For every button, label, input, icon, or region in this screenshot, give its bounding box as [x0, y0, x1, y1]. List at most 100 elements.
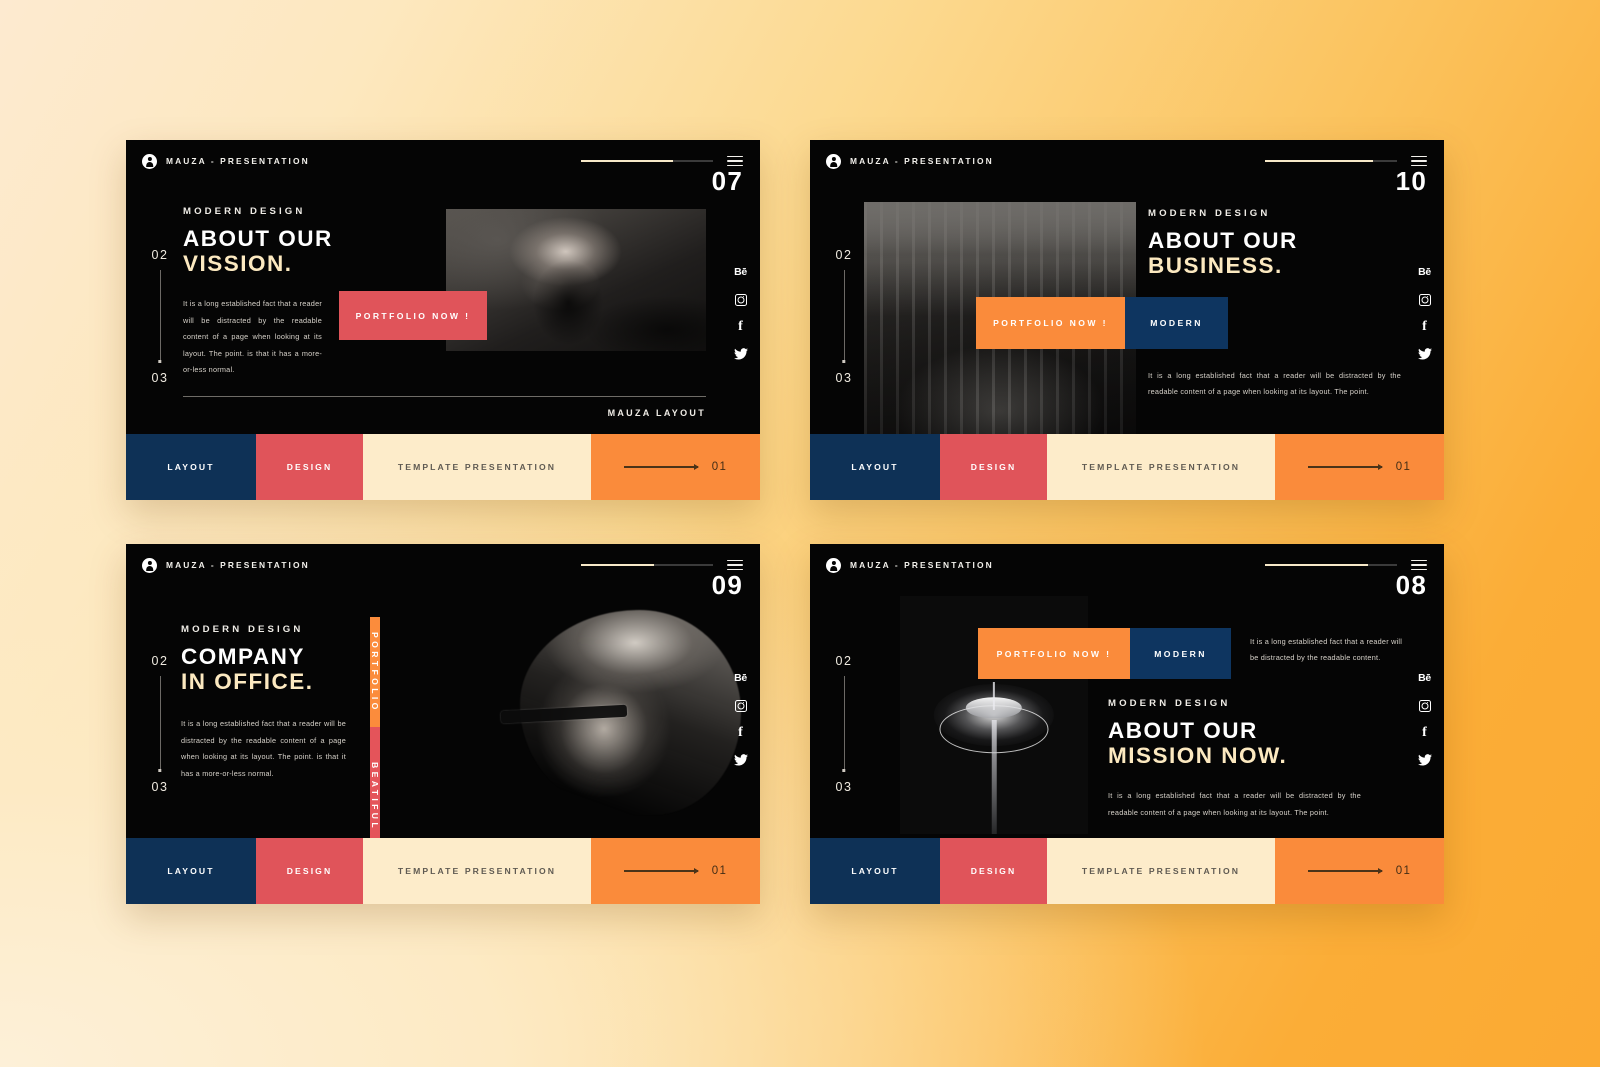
slide-07-footer: LAYOUT DESIGN TEMPLATE PRESENTATION 01 — [126, 434, 760, 500]
brand-title: MAUZA - PRESENTATION — [166, 560, 310, 570]
footer-next-control[interactable]: 01 — [591, 434, 760, 500]
progress-bar[interactable] — [1265, 563, 1397, 567]
slide-08-text-block: MODERN DESIGN ABOUT OUR MISSION NOW. It … — [1108, 698, 1388, 821]
headline-line-1: ABOUT OUR — [1108, 718, 1258, 743]
footer-layout-tab[interactable]: LAYOUT — [810, 434, 940, 500]
footer-layout-tab[interactable]: LAYOUT — [126, 434, 256, 500]
step-to: 03 — [835, 371, 853, 385]
step-rail: 02 03 — [143, 654, 177, 794]
headline: COMPANY IN OFFICE. — [181, 644, 391, 694]
brand-title: MAUZA - PRESENTATION — [166, 156, 310, 166]
user-circle-icon — [826, 153, 841, 169]
step-rail: 02 03 — [827, 654, 861, 794]
slide-10-cta-group: PORTFOLIO NOW ! MODERN — [976, 297, 1228, 349]
twitter-icon[interactable] — [733, 346, 748, 361]
body-paragraph: It is a long established fact that a rea… — [183, 299, 322, 374]
social-rail: Bē f — [1417, 265, 1432, 361]
hamburger-icon[interactable] — [727, 559, 743, 571]
footer-layout-tab[interactable]: LAYOUT — [810, 838, 940, 904]
progress-bar[interactable] — [1265, 159, 1397, 163]
footer-design-tab[interactable]: DESIGN — [256, 838, 363, 904]
hamburger-icon[interactable] — [727, 155, 743, 167]
user-circle-icon — [142, 153, 157, 169]
slide-08[interactable]: MAUZA - PRESENTATION 08 02 03 PORTFOLIO … — [810, 544, 1444, 904]
social-rail: Bē f — [1417, 671, 1432, 767]
footer-page-number: 01 — [1395, 865, 1412, 877]
facebook-icon[interactable]: f — [1417, 319, 1432, 334]
footer-design-tab[interactable]: DESIGN — [940, 434, 1047, 500]
step-connector-line — [843, 270, 845, 362]
step-from: 02 — [835, 248, 853, 262]
portfolio-now-button[interactable]: PORTFOLIO NOW ! — [976, 297, 1125, 349]
slide-09[interactable]: MAUZA - PRESENTATION 09 02 03 MODERN DES… — [126, 544, 760, 904]
layout-tag: MAUZA LAYOUT — [607, 408, 706, 418]
behance-icon[interactable]: Bē — [733, 671, 748, 686]
progress-fill — [1265, 563, 1368, 567]
user-circle-icon — [826, 557, 841, 573]
footer-next-control[interactable]: 01 — [1275, 434, 1444, 500]
facebook-icon[interactable]: f — [1417, 725, 1432, 740]
headline-line-2: IN OFFICE. — [181, 669, 314, 695]
instagram-icon[interactable] — [1417, 292, 1432, 307]
step-from: 02 — [835, 654, 853, 668]
slide-08-cta-group: PORTFOLIO NOW ! MODERN — [978, 628, 1231, 679]
presentation-mockup-canvas: MAUZA - PRESENTATION 07 02 03 MODERN DES… — [0, 0, 1600, 1067]
step-connector-line — [159, 676, 161, 771]
body-paragraph: It is a long established fact that a rea… — [1148, 371, 1401, 397]
slide-10-text-block: MODERN DESIGN ABOUT OUR BUSINESS. — [1148, 208, 1398, 278]
brand-title: MAUZA - PRESENTATION — [850, 156, 994, 166]
instagram-icon[interactable] — [733, 698, 748, 713]
headline-line-2: MISSION NOW. — [1108, 743, 1288, 769]
footer-design-tab[interactable]: DESIGN — [256, 434, 363, 500]
slide-07-header-right — [581, 155, 743, 167]
instagram-icon[interactable] — [733, 292, 748, 307]
slide-08-body: MAUZA - PRESENTATION 08 02 03 PORTFOLIO … — [810, 544, 1444, 838]
hamburger-icon[interactable] — [1411, 155, 1427, 167]
headline-line-1: COMPANY — [181, 644, 305, 669]
footer-template-label[interactable]: TEMPLATE PRESENTATION — [363, 434, 591, 500]
footer-next-control[interactable]: 01 — [591, 838, 760, 904]
behance-icon[interactable]: Bē — [733, 265, 748, 280]
twitter-icon[interactable] — [733, 752, 748, 767]
footer-template-label[interactable]: TEMPLATE PRESENTATION — [1047, 434, 1275, 500]
eyebrow-label: MODERN DESIGN — [181, 624, 304, 635]
portfolio-now-button[interactable]: PORTFOLIO NOW ! — [978, 628, 1130, 679]
instagram-icon[interactable] — [1417, 698, 1432, 713]
step-from: 02 — [151, 248, 169, 262]
facebook-icon[interactable]: f — [733, 319, 748, 334]
progress-fill — [1265, 159, 1374, 163]
progress-fill — [581, 563, 654, 567]
headline-line-1: ABOUT OUR — [183, 226, 333, 251]
behance-icon[interactable]: Bē — [1417, 265, 1432, 280]
step-rail: 02 03 — [827, 248, 861, 385]
footer-layout-tab[interactable]: LAYOUT — [126, 838, 256, 904]
behance-icon[interactable]: Bē — [1417, 671, 1432, 686]
portfolio-now-button[interactable]: PORTFOLIO NOW ! — [339, 291, 487, 340]
step-connector-line — [159, 270, 161, 362]
step-from: 02 — [151, 654, 169, 668]
man-profile-glasses-photo — [444, 586, 760, 830]
step-connector-line — [843, 676, 845, 771]
progress-bar[interactable] — [581, 159, 713, 163]
footer-template-label[interactable]: TEMPLATE PRESENTATION — [1047, 838, 1275, 904]
twitter-icon[interactable] — [1417, 752, 1432, 767]
slide-10[interactable]: MAUZA - PRESENTATION 10 02 03 MODERN DES… — [810, 140, 1444, 500]
headline: ABOUT OUR MISSION NOW. — [1108, 718, 1388, 768]
footer-next-control[interactable]: 01 — [1275, 838, 1444, 904]
slide-07[interactable]: MAUZA - PRESENTATION 07 02 03 MODERN DES… — [126, 140, 760, 500]
modern-button[interactable]: MODERN — [1130, 628, 1231, 679]
facebook-icon[interactable]: f — [733, 725, 748, 740]
footer-design-tab[interactable]: DESIGN — [940, 838, 1047, 904]
slide-10-header-right — [1265, 155, 1427, 167]
headline: ABOUT OUR VISSION. — [183, 226, 383, 276]
social-rail: Bē f — [733, 671, 748, 767]
modern-button[interactable]: MODERN — [1125, 297, 1228, 349]
twitter-icon[interactable] — [1417, 346, 1432, 361]
arrow-right-icon — [1307, 466, 1382, 468]
hamburger-icon[interactable] — [1411, 559, 1427, 571]
body-paragraph-top: It is a long established fact that a rea… — [1250, 637, 1403, 663]
user-circle-icon — [142, 557, 157, 573]
footer-template-label[interactable]: TEMPLATE PRESENTATION — [363, 838, 591, 904]
progress-bar[interactable] — [581, 563, 713, 567]
step-to: 03 — [151, 371, 169, 385]
